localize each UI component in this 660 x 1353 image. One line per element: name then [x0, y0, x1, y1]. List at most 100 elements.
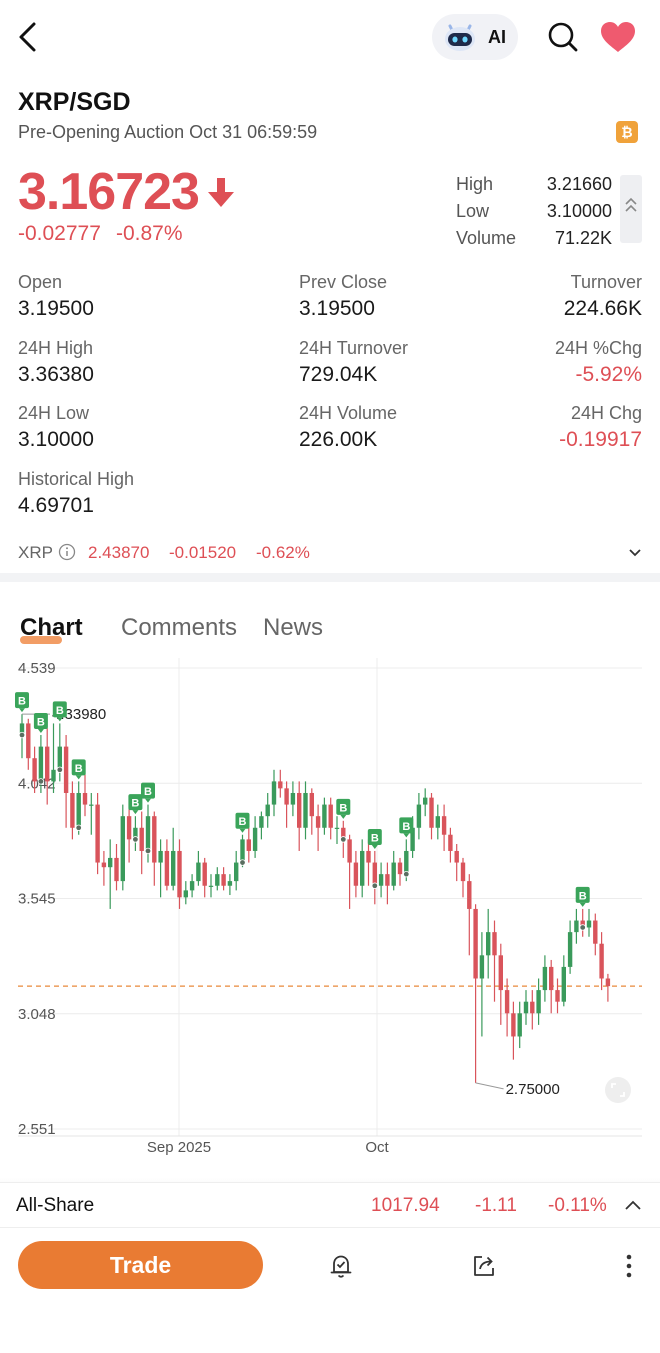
buy-marker-pointer	[75, 775, 82, 780]
y-tick-label: 4.539	[18, 660, 56, 677]
volume-label: Volume	[456, 228, 517, 248]
candle-body	[504, 990, 510, 1014]
candle-body	[246, 839, 251, 851]
candle-body	[114, 857, 119, 882]
stat-value-historical-high: 4.69701	[18, 494, 94, 517]
buy-marker-pointer	[37, 729, 44, 734]
stat-label-24h-high: 24H High	[18, 338, 94, 358]
candle-body	[473, 908, 478, 979]
trade-dot	[37, 778, 45, 785]
x-tick-label: Sep 2025	[147, 1139, 211, 1156]
candle-body	[271, 781, 277, 805]
trade-button[interactable]: Trade	[18, 1241, 263, 1289]
tab-chart[interactable]: Chart	[20, 614, 83, 642]
y-tick-label: 2.551	[18, 1121, 56, 1138]
candle-body	[536, 990, 541, 1014]
candle-body	[328, 804, 333, 828]
candle-body	[372, 862, 377, 886]
index-name: All-Share	[16, 1195, 95, 1216]
index-value: 1017.94	[371, 1195, 440, 1216]
trade-dot	[239, 859, 246, 866]
candle-body	[593, 920, 598, 944]
double-chevron-up-icon	[625, 197, 637, 212]
stat-label-prev-close: Prev Close	[299, 272, 388, 292]
stat-value-prev-close: 3.19500	[299, 297, 375, 320]
min-annotation-leader	[475, 1082, 504, 1090]
high-label: High	[456, 174, 494, 194]
candle-body	[303, 792, 308, 828]
stat-value-open: 3.19500	[18, 297, 94, 320]
fullscreen-toggle[interactable]	[605, 1077, 631, 1103]
collapse-summary-button[interactable]	[620, 175, 642, 243]
candle-body	[555, 990, 560, 1002]
candle-body	[101, 862, 107, 868]
candle-body	[454, 850, 459, 863]
index-ticker-bar[interactable]: All-Share 1017.94 -1.11 -0.11%	[0, 1182, 660, 1228]
price-down-arrow-icon	[208, 178, 234, 207]
trade-dot	[132, 836, 139, 843]
candle-body	[265, 804, 270, 817]
more-options-icon[interactable]	[622, 1252, 636, 1280]
search-icon[interactable]	[547, 21, 579, 53]
buy-marker-label: B	[371, 832, 379, 844]
reference-price: 2.43870	[88, 543, 150, 562]
ai-assistant-button[interactable]: AI	[432, 14, 518, 60]
tab-news[interactable]: News	[263, 614, 323, 642]
candle-body	[297, 792, 302, 828]
reference-change-percent: -0.62%	[256, 543, 310, 562]
chevron-up-icon[interactable]	[624, 1198, 642, 1212]
index-change: -1.11	[475, 1195, 517, 1216]
robot-icon	[445, 24, 475, 51]
buy-marker-pointer	[579, 902, 586, 907]
candle-body	[215, 874, 220, 886]
trade-dot	[340, 836, 347, 843]
candle-body	[366, 850, 371, 863]
candle-body	[82, 792, 88, 805]
buy-marker-pointer	[145, 798, 151, 803]
chevron-down-icon[interactable]	[628, 546, 642, 560]
candle-body	[227, 881, 233, 886]
candle-body	[89, 804, 94, 806]
trade-dot	[403, 870, 410, 878]
candle-body	[404, 850, 409, 875]
back-arrow-icon[interactable]	[14, 20, 44, 54]
candle-body	[322, 804, 327, 828]
favorite-heart-icon[interactable]	[599, 20, 637, 54]
stat-value-24h-chg: -0.19917	[559, 428, 642, 451]
buy-marker-label: B	[402, 821, 410, 833]
index-change-percent: -0.11%	[548, 1195, 607, 1216]
candle-body	[202, 862, 207, 886]
underlying-reference-row[interactable]: XRP 2.43870 -0.01520 -0.62%	[18, 541, 642, 565]
candle-body	[120, 816, 125, 882]
min-price-label: 2.75000	[506, 1081, 560, 1098]
instrument-symbol: XRP/SGD	[18, 88, 131, 116]
share-icon[interactable]	[470, 1252, 498, 1280]
candlestick-chart[interactable]: 4.5394.0423.5453.0482.551Sep 2025 Oct4.33…	[0, 650, 660, 1190]
trade-dot	[144, 847, 152, 855]
stat-value-24h-low: 3.10000	[18, 428, 94, 451]
stat-value-24h-pct-chg: -5.92%	[575, 363, 642, 386]
candle-body	[479, 955, 485, 979]
candle-body	[158, 850, 163, 863]
price-change: -0.02777	[18, 222, 101, 245]
candle-body	[605, 978, 611, 987]
top-bar: AI	[0, 0, 660, 76]
candle-body	[460, 862, 466, 882]
candle-body	[567, 932, 573, 967]
candle-body	[164, 850, 170, 886]
tab-comments[interactable]: Comments	[121, 614, 237, 642]
low-value: 3.10000	[546, 201, 612, 221]
candle-body	[347, 839, 352, 863]
candle-body	[171, 850, 176, 886]
buy-marker-label: B	[75, 763, 83, 775]
info-icon[interactable]	[58, 543, 76, 561]
candle-body	[378, 874, 384, 886]
candle-body	[45, 746, 50, 782]
buy-marker-label: B	[18, 696, 26, 708]
price-alert-bell-icon[interactable]	[327, 1252, 355, 1280]
buy-marker-label: B	[239, 816, 247, 828]
candle-body	[208, 885, 214, 887]
candle-body	[145, 816, 151, 851]
section-divider	[0, 573, 660, 582]
candle-body	[353, 862, 359, 886]
